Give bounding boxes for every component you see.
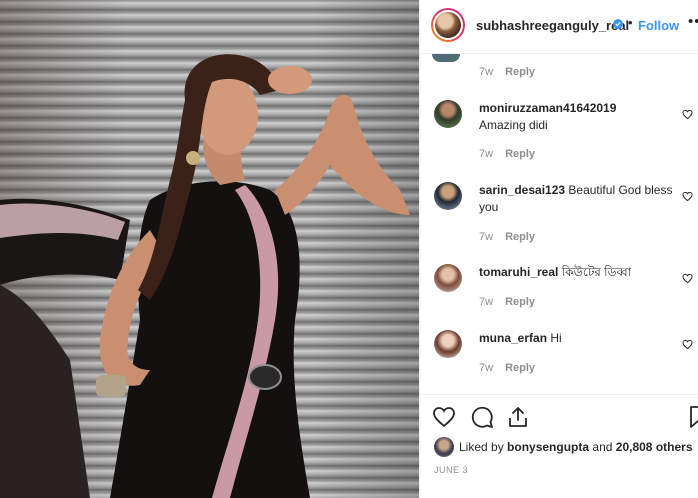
post-actions: Liked by bonysengupta and 20,808 others … [420,394,698,498]
post-image[interactable] [0,0,419,498]
comment-text: sarin_desai123 Beautiful God bless you [479,182,674,216]
comment-meta: 7w Reply [479,362,535,374]
comment-username[interactable]: sarin_desai123 [479,183,565,197]
avatar-image [435,12,461,38]
comment-avatar[interactable] [434,330,462,358]
share-icon[interactable] [506,405,530,429]
comment-avatar[interactable] [434,264,462,292]
liker-avatar[interactable] [434,437,454,457]
comment-meta: 7w Reply [479,296,535,308]
verified-badge-icon [613,19,623,29]
heart-icon[interactable] [432,405,456,429]
comment-username[interactable]: tomaruhi_real [479,265,558,279]
likes-text: Liked by bonysengupta and 20,808 others [459,440,693,454]
header-separator: • [628,15,633,30]
heart-icon[interactable] [682,273,693,284]
comment-age: 7w [479,231,494,243]
post-date[interactable]: JUNE 3 [434,465,468,475]
reply-button[interactable]: Reply [505,231,535,243]
heart-icon[interactable] [682,339,693,350]
comment-body: Amazing didi [479,118,548,132]
comment-meta: 7w Reply [479,148,535,160]
comment-text: muna_erfan Hi [479,330,674,347]
bookmark-icon[interactable] [686,405,698,429]
reply-button[interactable]: Reply [505,148,535,160]
comment-text: moniruzzaman41642019 Amazing didi [479,100,674,134]
comment-age: 7w [479,148,494,160]
post-header: subhashreeganguly_real • Follow ••• [420,0,698,54]
others-likes-link[interactable]: 20,808 others [616,440,693,454]
comment-avatar[interactable] [434,100,462,128]
profile-avatar[interactable] [431,8,465,42]
comment-body: কিউটের ডিব্বা [561,265,632,279]
comment-username[interactable]: moniruzzaman41642019 [479,101,616,115]
post-side-panel: subhashreeganguly_real • Follow ••• 7w Re… [419,0,698,498]
comment-age: 7w [479,362,494,374]
comment-text: tomaruhi_real কিউটের ডিব্বা [479,264,674,281]
more-options-icon[interactable]: ••• [688,13,698,30]
comments-list[interactable]: 7w Reply moniruzzaman41642019 Amazing did… [420,54,698,394]
comment-icon[interactable] [470,405,494,429]
heart-icon[interactable] [682,109,693,120]
likes-conjunction: and [592,440,613,454]
reply-button[interactable]: Reply [505,296,535,308]
comment-body: Hi [550,331,562,345]
post-photo-figure [0,54,410,498]
post-username[interactable]: subhashreeganguly_real [476,18,629,33]
comment-username[interactable]: muna_erfan [479,331,547,345]
comment-meta: 7w Reply [479,66,535,78]
heart-icon[interactable] [682,191,693,202]
reply-button[interactable]: Reply [505,362,535,374]
comment-age: 7w [479,66,494,78]
first-liker-link[interactable]: bonysengupta [507,440,589,454]
comment-avatar-partial [432,54,460,62]
comment-avatar[interactable] [434,182,462,210]
comment-meta: 7w Reply [479,231,535,243]
likes-prefix: Liked by [459,440,504,454]
reply-button[interactable]: Reply [505,66,535,78]
follow-button[interactable]: Follow [638,18,679,33]
comment-age: 7w [479,296,494,308]
